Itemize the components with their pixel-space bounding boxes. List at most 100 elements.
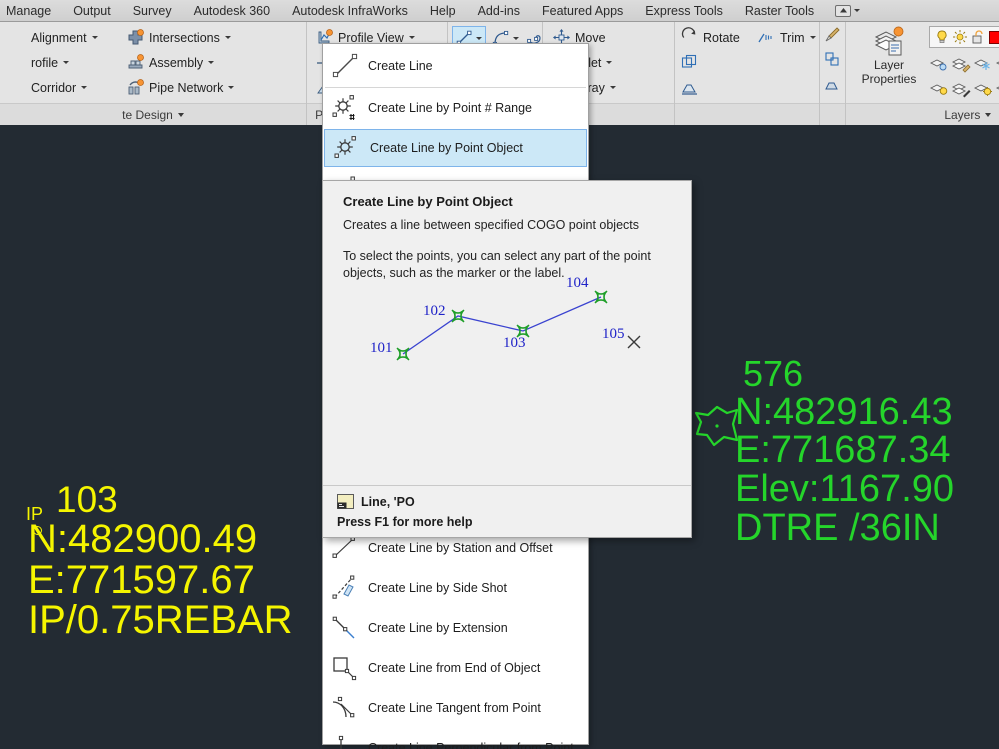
ribbon-button-rotate[interactable]: Rotate bbox=[679, 25, 758, 50]
chevron-down-icon[interactable] bbox=[476, 37, 482, 40]
layer-isolate-icon[interactable] bbox=[929, 55, 949, 73]
chevron-down-icon bbox=[610, 86, 616, 89]
chevron-down-icon bbox=[985, 113, 991, 117]
lightbulb-on-icon[interactable] bbox=[935, 30, 949, 44]
layer-freeze-icon[interactable] bbox=[973, 55, 993, 73]
alignment-icon bbox=[9, 29, 26, 46]
yellow-cogo-point-label[interactable]: 103 N:482900.49 E:771597.67 IP/0.75REBAR bbox=[28, 481, 293, 641]
ribbon-tab-help[interactable]: Help bbox=[419, 0, 467, 22]
ribbon-tab-survey[interactable]: Survey bbox=[122, 0, 183, 22]
chevron-down-icon bbox=[409, 36, 415, 39]
scale-icon[interactable] bbox=[824, 76, 841, 93]
ribbon-panel-title-layers[interactable]: Layers bbox=[846, 103, 999, 125]
ribbon-panel-match-properties bbox=[820, 22, 846, 125]
tooltip-subtitle: Creates a line between specified COGO po… bbox=[323, 209, 691, 232]
ribbon-button-assembly-label: Assembly bbox=[149, 56, 203, 70]
ribbon-tab-autodesk-infraworks[interactable]: Autodesk InfraWorks bbox=[281, 0, 419, 22]
green-point-description: DTRE /36IN bbox=[735, 509, 954, 548]
ribbon-button-trim[interactable]: Trim bbox=[758, 25, 815, 50]
ribbon-button-profile[interactable]: rofile bbox=[4, 50, 122, 75]
chevron-down-icon bbox=[208, 61, 214, 64]
ribbon-panel-title-modify-2[interactable] bbox=[675, 103, 819, 125]
sun-freeze-icon[interactable] bbox=[953, 30, 967, 44]
line-point-range-icon bbox=[331, 93, 359, 123]
green-point-easting: E:771687.34 bbox=[735, 431, 954, 470]
ribbon-tab-manage[interactable]: Manage bbox=[0, 0, 62, 22]
ribbon-button-intersections[interactable]: Intersections bbox=[122, 25, 302, 50]
menu-item-create-line-by-side-shot[interactable]: Create Line by Side Shot bbox=[323, 568, 588, 608]
chevron-down-icon[interactable] bbox=[513, 37, 519, 40]
green-point-northing: N:482916.43 bbox=[735, 393, 954, 432]
line-tangent-icon bbox=[331, 693, 359, 723]
layer-off-icon[interactable] bbox=[929, 80, 949, 98]
chevron-down-icon bbox=[854, 9, 860, 12]
ribbon-tab-raster-tools[interactable]: Raster Tools bbox=[734, 0, 825, 22]
line-side-shot-icon bbox=[331, 573, 359, 603]
layer-properties-button[interactable]: Layer Properties bbox=[852, 26, 926, 103]
ribbon-button-copy[interactable] bbox=[679, 50, 758, 75]
figure-label-101: 101 bbox=[370, 340, 393, 357]
figure-label-105: 105 bbox=[602, 326, 625, 343]
ribbon-button-profile-label: rofile bbox=[31, 56, 58, 70]
ribbon-button-stretch[interactable] bbox=[679, 75, 758, 100]
green-cogo-point-label[interactable]: 576 N:482916.43 E:771687.34 Elev:1167.90… bbox=[735, 356, 954, 548]
menu-item-create-line-tangent-from-point[interactable]: Create Line Tangent from Point bbox=[323, 688, 588, 728]
rotate-icon bbox=[681, 29, 698, 46]
panel-title-text: Layers bbox=[944, 104, 980, 126]
layer-edit-icon[interactable] bbox=[951, 55, 971, 73]
ribbon-button-alignment-label: Alignment bbox=[31, 31, 87, 45]
ribbon-minimize-control[interactable] bbox=[835, 5, 860, 17]
star-point-marker bbox=[694, 404, 740, 448]
menu-item-label: Create Line bbox=[368, 59, 433, 73]
chevron-down-icon bbox=[225, 36, 231, 39]
menu-item-label: Create Line Perpendicular from Point bbox=[368, 741, 574, 749]
ribbon-button-pipe-network[interactable]: Pipe Network bbox=[122, 75, 302, 100]
menu-item-create-line-by-point-object[interactable]: Create Line by Point Object bbox=[324, 129, 587, 167]
menu-item-create-line-perpendicular-from-point[interactable]: Create Line Perpendicular from Point bbox=[323, 728, 588, 749]
layer-unlock-icon[interactable] bbox=[995, 80, 999, 98]
ribbon-tab-express-tools[interactable]: Express Tools bbox=[634, 0, 734, 22]
ribbon-tab-add-ins[interactable]: Add-ins bbox=[467, 0, 531, 22]
tooltip-footer: Line, 'PO Press F1 for more help bbox=[323, 485, 691, 537]
ribbon-panel-modify-2: Rotate bbox=[675, 22, 820, 125]
command-tooltip: Create Line by Point Object Creates a li… bbox=[322, 180, 692, 538]
tooltip-figure: 101 102 103 104 105 bbox=[323, 281, 691, 485]
tooltip-command-text: Line, 'PO bbox=[361, 495, 415, 509]
menu-item-create-line-from-end-of-object[interactable]: Create Line from End of Object bbox=[323, 648, 588, 688]
layer-control-combobox[interactable]: A-Line bbox=[929, 26, 999, 48]
tooltip-help-hint: Press F1 for more help bbox=[323, 509, 691, 529]
ribbon-button-corridor-label: Corridor bbox=[31, 81, 76, 95]
green-point-elevation: Elev:1167.90 bbox=[735, 470, 954, 509]
tooltip-title: Create Line by Point Object bbox=[323, 181, 691, 209]
profile-icon bbox=[9, 54, 26, 71]
command-line-icon bbox=[337, 494, 354, 509]
trim-icon bbox=[758, 29, 775, 46]
panel-title-text: te Design bbox=[122, 104, 173, 126]
layer-color-swatch[interactable] bbox=[989, 31, 999, 44]
ribbon-panel-title-spacer bbox=[820, 103, 845, 125]
menu-item-label: Create Line by Point Object bbox=[370, 141, 523, 155]
ribbon-button-assembly[interactable]: Assembly bbox=[122, 50, 302, 75]
ribbon-tab-output[interactable]: Output bbox=[62, 0, 122, 22]
menu-item-label: Create Line by Point # Range bbox=[368, 101, 532, 115]
ribbon-tab-featured-apps[interactable]: Featured Apps bbox=[531, 0, 634, 22]
ribbon-panel-title-create-design[interactable]: te Design bbox=[0, 103, 306, 125]
layer-unisolate-icon[interactable] bbox=[951, 80, 971, 98]
ribbon-button-alignment[interactable]: Alignment bbox=[4, 25, 122, 50]
explode-icon[interactable] bbox=[824, 51, 841, 68]
layer-properties-icon bbox=[872, 26, 906, 58]
menu-item-create-line-by-extension[interactable]: Create Line by Extension bbox=[323, 608, 588, 648]
ribbon-tab-autodesk-360[interactable]: Autodesk 360 bbox=[183, 0, 281, 22]
layer-lock-icon[interactable] bbox=[995, 55, 999, 73]
match-properties-icon[interactable] bbox=[824, 26, 841, 43]
menu-item-label: Create Line by Extension bbox=[368, 621, 508, 635]
corridor-icon bbox=[9, 79, 26, 96]
menu-item-create-line-by-point-range[interactable]: Create Line by Point # Range bbox=[323, 88, 588, 128]
line-extension-icon bbox=[331, 613, 359, 643]
menu-item-create-line[interactable]: Create Line bbox=[323, 44, 588, 87]
line-point-object-icon bbox=[333, 133, 361, 163]
layer-thaw-icon[interactable] bbox=[973, 80, 993, 98]
ribbon-button-corridor[interactable]: Corridor bbox=[4, 75, 122, 100]
ribbon-button-trim-label: Trim bbox=[780, 31, 805, 45]
unlock-icon[interactable] bbox=[971, 30, 985, 44]
